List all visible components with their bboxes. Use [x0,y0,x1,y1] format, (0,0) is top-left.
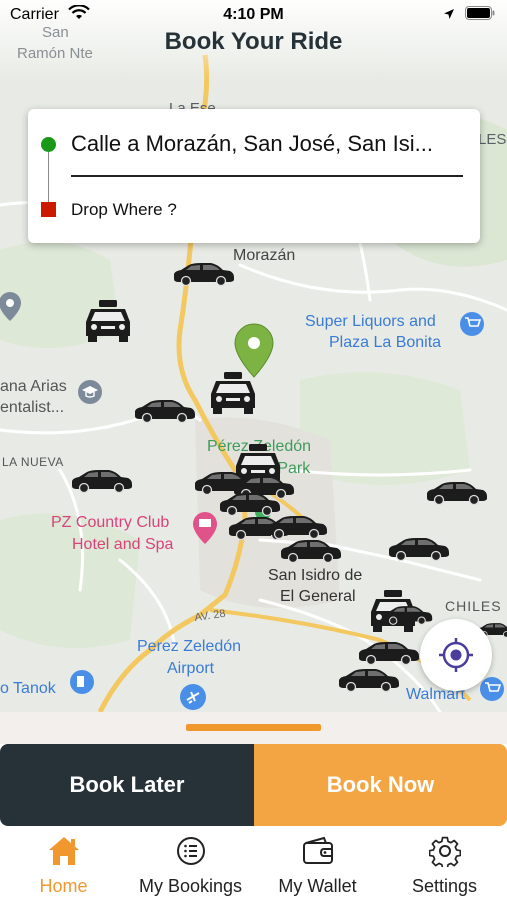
tab-label: My Wallet [278,876,357,896]
map-label: ana Arias [0,378,67,395]
wallet-icon [254,834,381,868]
tab-settings[interactable]: Settings [381,834,507,897]
map-label: Perez Zeledón [137,638,241,655]
book-now-button[interactable]: Book Now [254,744,507,826]
status-time: 4:10 PM [223,6,284,23]
map-label: entalist... [0,399,64,416]
map-canvas: San Ramón Nte La Ese LES Morazán Super L… [0,0,507,712]
route-connector [48,152,49,202]
tab-my-wallet[interactable]: My Wallet [254,834,381,897]
pickup-marker-icon [41,137,56,152]
map-label: El General [280,588,356,605]
gas-station-icon [70,670,94,694]
drag-handle[interactable] [186,724,321,731]
gear-icon [381,834,507,868]
map-label: CHILES [445,598,502,614]
map-label: Plaza La Bonita [329,334,441,351]
dropoff-location-field[interactable]: Drop Where ? [71,200,177,220]
list-icon [127,834,254,868]
tab-bar: Home My Bookings My Wallet Settings [0,826,507,900]
map-label: LA NUEVA [2,455,64,469]
divider [71,175,463,177]
battery-icon [465,6,495,25]
bottom-sheet [0,712,507,744]
school-icon [78,380,102,404]
my-location-button[interactable] [420,619,492,691]
map-label: San Isidro de [268,567,362,584]
book-later-button[interactable]: Book Later [0,744,254,826]
map-label: o Tanok [0,680,57,697]
location-card: Calle a Morazán, San José, San Isi... Dr… [28,109,480,243]
map-view[interactable]: San Ramón Nte La Ese LES Morazán Super L… [0,0,507,712]
location-arrow-icon [443,7,455,25]
map-label: LES [478,131,506,148]
map-label: Hotel and Spa [72,536,174,553]
map-label: PZ Country Club [51,514,169,531]
dropoff-marker-icon [41,202,56,217]
map-label: Super Liquors and [305,313,436,330]
tab-label: Home [39,876,88,896]
status-bar: Carrier 4:10 PM [0,0,507,30]
home-icon [0,834,127,868]
tab-label: My Bookings [138,876,243,896]
shopping-cart-icon [460,312,484,336]
tab-my-bookings[interactable]: My Bookings [127,834,254,897]
page-title: Book Your Ride [164,28,343,55]
tab-home[interactable]: Home [0,834,127,897]
map-label: Morazán [233,247,295,264]
crosshair-icon [439,638,473,672]
pickup-location-field[interactable]: Calle a Morazán, San José, San Isi... [71,131,466,157]
airport-icon [180,684,206,710]
tab-label: Settings [411,876,478,896]
map-label: Airport [167,660,215,677]
